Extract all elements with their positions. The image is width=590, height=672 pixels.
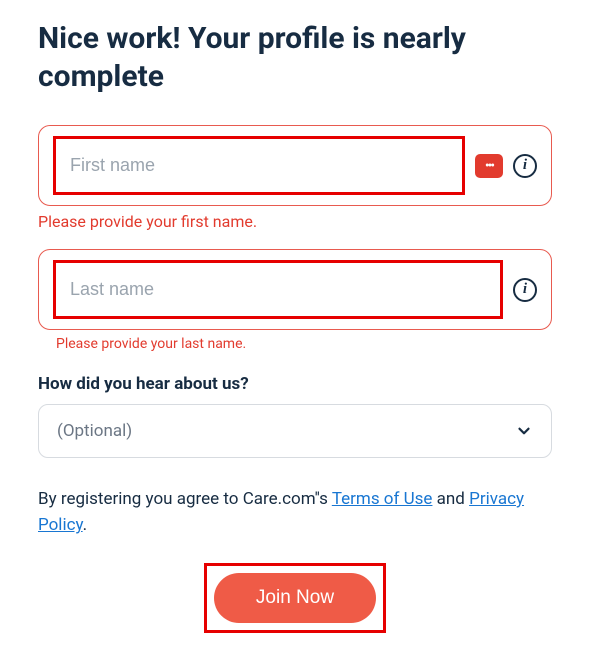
hear-about-selected: (Optional): [57, 421, 132, 441]
hear-about-select[interactable]: (Optional): [38, 404, 552, 458]
agreement-text: By registering you agree to Care.com''s …: [38, 486, 552, 539]
last-name-field-wrapper: i: [38, 249, 552, 330]
last-name-input[interactable]: [66, 269, 490, 310]
first-name-highlight: [53, 136, 465, 195]
chevron-down-icon: [515, 422, 533, 440]
last-name-highlight: [53, 260, 503, 319]
first-name-field-wrapper: ••• i: [38, 125, 552, 206]
join-button-highlight: Join Now: [204, 563, 386, 633]
first-name-input[interactable]: [66, 145, 452, 186]
hear-about-label: How did you hear about us?: [38, 374, 552, 394]
terms-link[interactable]: Terms of Use: [332, 489, 433, 509]
last-name-error: Please provide your last name.: [56, 336, 552, 352]
info-icon[interactable]: i: [513, 154, 537, 178]
first-name-error: Please provide your first name.: [38, 212, 552, 231]
join-now-button[interactable]: Join Now: [214, 573, 376, 623]
page-title: Nice work! Your profile is nearly comple…: [38, 20, 552, 95]
password-manager-icon[interactable]: •••: [475, 154, 503, 178]
info-icon[interactable]: i: [513, 278, 537, 302]
